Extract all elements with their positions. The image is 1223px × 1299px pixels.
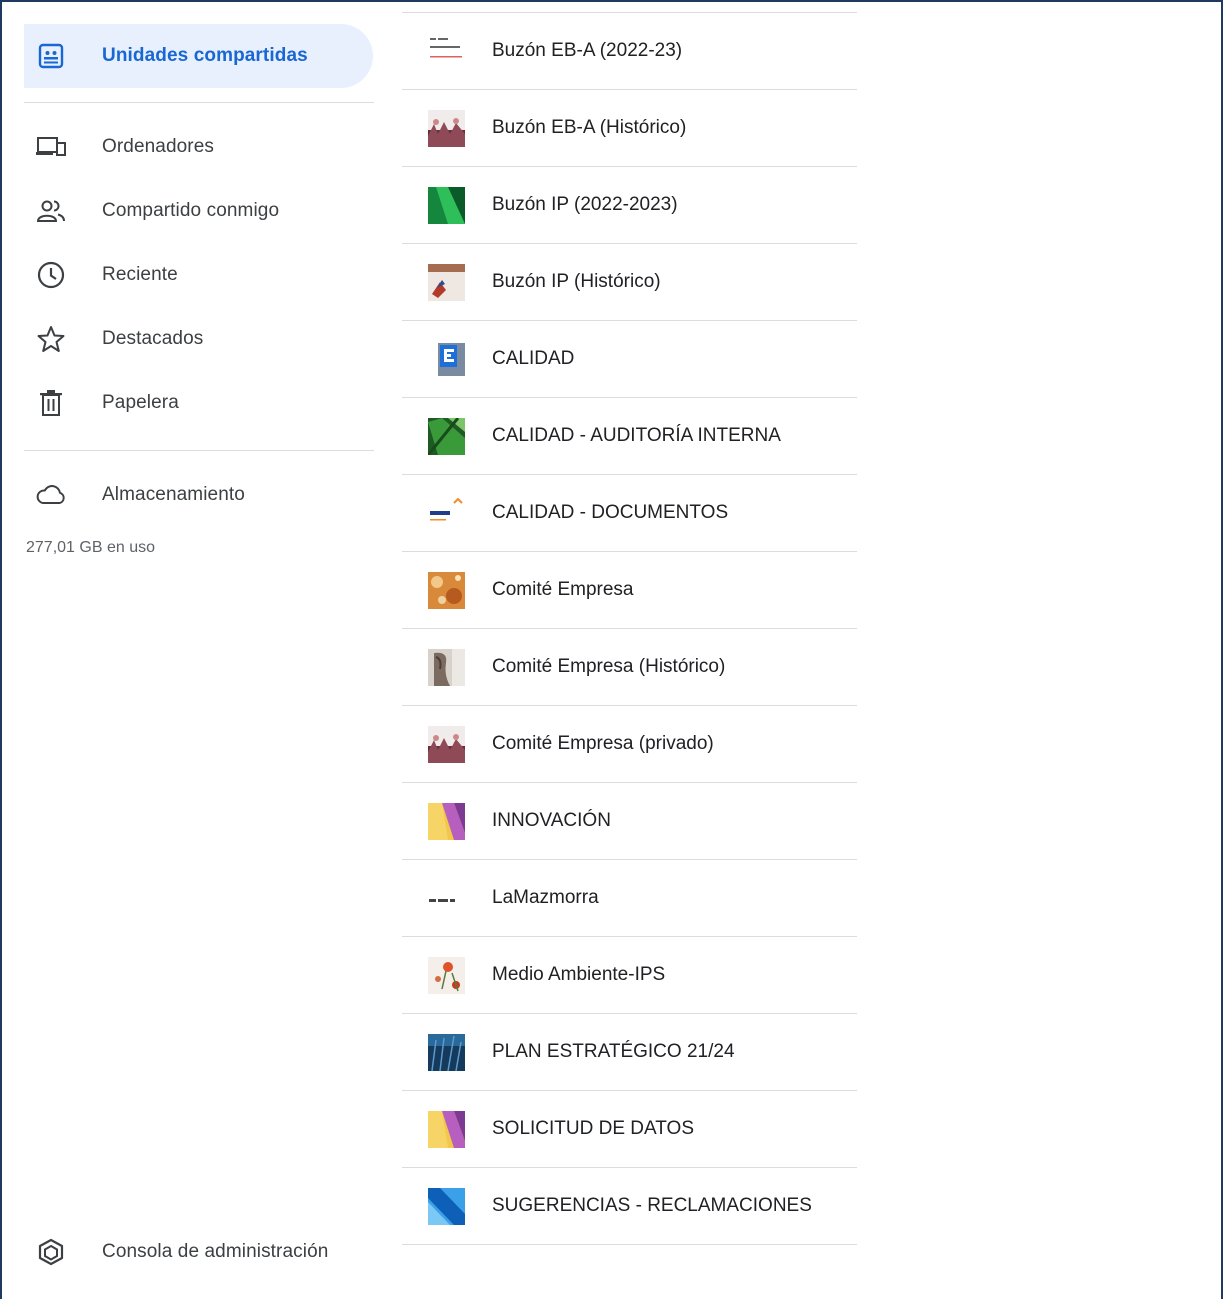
drive-name: Buzón EB-A (2022-23) [492,40,683,61]
drive-name: LaMazmorra [492,887,599,908]
storage-usage: 277,01 GB en uso [26,539,155,556]
drive-thumbnail [428,879,465,917]
drive-name: Buzón EB-A (Histórico) [492,117,687,138]
drive-row[interactable]: SOLICITUD DE DATOS [402,1091,857,1168]
nav-admin-console[interactable]: Consola de administración [24,1220,374,1284]
nav-shared-drives-label: Unidades compartidas [102,45,308,66]
people-icon [35,195,67,227]
drive-thumbnail [428,340,465,378]
star-icon [35,323,67,355]
drive-name: SUGERENCIAS - RECLAMACIONES [492,1195,812,1216]
nav-trash-label: Papelera [102,392,179,413]
nav-shared-drives[interactable]: Unidades compartidas [24,24,373,88]
drive-thumbnail [428,1187,465,1225]
drive-name: Comité Empresa (privado) [492,733,714,754]
nav-recent[interactable]: Reciente [24,243,374,307]
drive-row[interactable]: Comité Empresa (Histórico) [402,629,857,706]
nav-starred-label: Destacados [102,328,204,349]
drive-thumbnail [428,1110,465,1148]
admin-console-icon [35,1236,67,1268]
drive-name: CALIDAD [492,348,575,369]
drive-thumbnail [428,648,465,686]
nav-starred[interactable]: Destacados [24,307,374,371]
sidebar: Unidades compartidas Ordenadores Compart… [24,0,374,1299]
drive-name: Buzón IP (2022-2023) [492,194,678,215]
drive-row[interactable]: SUGERENCIAS - RECLAMACIONES [402,1168,857,1245]
drive-row[interactable]: Buzón EB-A (Histórico) [402,90,857,167]
drive-row[interactable]: CALIDAD - AUDITORÍA INTERNA [402,398,857,475]
drive-row[interactable]: Medio Ambiente-IPS [402,937,857,1014]
drive-row[interactable]: CALIDAD - DOCUMENTOS [402,475,857,552]
nav-storage-label: Almacenamiento [102,484,245,505]
nav-recent-label: Reciente [102,264,178,285]
drive-row[interactable]: CALIDAD [402,321,857,398]
drive-thumbnail [428,494,465,532]
nav-storage[interactable]: Almacenamiento [24,463,374,527]
nav-computers-label: Ordenadores [102,136,215,157]
drive-row[interactable]: Comité Empresa [402,552,857,629]
drive-name: CALIDAD - DOCUMENTOS [492,502,729,523]
drive-thumbnail [428,725,465,763]
drive-row[interactable]: INNOVACIÓN [402,783,857,860]
drive-name: Comité Empresa [492,579,634,600]
nav-computers[interactable]: Ordenadores [24,115,374,179]
drive-name: SOLICITUD DE DATOS [492,1118,694,1139]
drive-thumbnail [428,571,465,609]
drive-thumbnail [428,802,465,840]
drive-thumbnail [428,1033,465,1071]
drive-thumbnail [428,417,465,455]
shared-drives-list: Buzón EB-A (2022-23) Buzón EB-A (Históri… [402,12,857,1245]
drive-thumbnail [428,263,465,301]
sidebar-divider [24,102,374,103]
drive-name: CALIDAD - AUDITORÍA INTERNA [492,425,781,446]
shared-drives-icon [35,40,67,72]
drive-thumbnail [428,956,465,994]
drive-thumbnail [428,109,465,147]
drive-row[interactable]: PLAN ESTRATÉGICO 21/24 [402,1014,857,1091]
sidebar-divider [24,450,374,451]
nav-admin-console-label: Consola de administración [102,1241,329,1262]
nav-trash[interactable]: Papelera [24,371,374,435]
drive-thumbnail [428,32,465,70]
clock-icon [35,259,67,291]
drive-name: Buzón IP (Histórico) [492,271,661,292]
drive-thumbnail [428,186,465,224]
drive-row[interactable]: LaMazmorra [402,860,857,937]
drive-name: INNOVACIÓN [492,810,611,831]
computers-icon [35,131,67,163]
drive-name: PLAN ESTRATÉGICO 21/24 [492,1041,735,1062]
nav-shared-with-me-label: Compartido conmigo [102,200,280,221]
drive-name: Comité Empresa (Histórico) [492,656,726,677]
drive-row[interactable]: Comité Empresa (privado) [402,706,857,783]
drive-row[interactable]: Buzón IP (Histórico) [402,244,857,321]
trash-icon [35,387,67,419]
nav-shared-with-me[interactable]: Compartido conmigo [24,179,374,243]
drive-name: Medio Ambiente-IPS [492,964,666,985]
drive-row[interactable]: Buzón IP (2022-2023) [402,167,857,244]
drive-row[interactable]: Buzón EB-A (2022-23) [402,12,857,90]
cloud-icon [35,479,67,511]
